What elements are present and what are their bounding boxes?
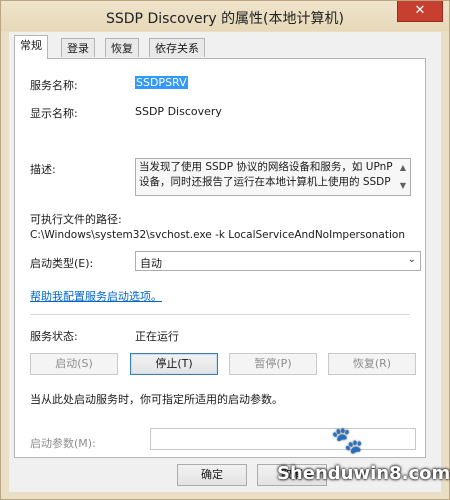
description-box[interactable]: 当发现了使用 SSDP 协议的网络设备和服务，如 UPnP 设备，同时还报告了运… [135,158,411,196]
startup-type-label: 启动类型(E): [30,257,94,270]
tab-logon-label: 登录 [67,42,89,55]
pause-button-label: 暂停(P) [254,357,292,370]
start-button[interactable]: 启动(S) [30,353,118,375]
startup-type-select[interactable]: 自动 ⌄ [135,251,421,271]
title-bar[interactable]: SSDP Discovery 的属性(本地计算机) ✕ [1,1,449,31]
tab-general[interactable]: 常规 [14,35,48,59]
help-link[interactable]: 帮助我配置服务启动选项。 [30,288,162,304]
status-value: 正在运行 [135,330,179,343]
description-text: 当发现了使用 SSDP 协议的网络设备和服务，如 UPnP 设备，同时还报告了运… [139,161,393,188]
service-name-value[interactable]: SSDPSRV [135,76,188,89]
description-label: 描述: [30,163,56,176]
display-name-value[interactable]: SSDP Discovery [135,105,222,118]
chevron-down-icon: ⌄ [407,254,416,265]
general-panel: 服务名称: SSDPSRV 显示名称: SSDP Discovery 描述: 当… [14,58,426,458]
tab-logon[interactable]: 登录 [61,38,95,57]
stop-button[interactable]: 停止(T) [130,353,218,375]
resume-button[interactable]: 恢复(R) [328,353,416,375]
close-button[interactable]: ✕ [397,1,443,22]
tab-recovery-label: 恢复 [111,42,133,55]
properties-dialog: SSDP Discovery 的属性(本地计算机) ✕ 常规 登录 恢复 依存关… [0,0,450,500]
divider [30,314,410,315]
tab-dependencies[interactable]: 依存关系 [149,38,205,57]
resume-button-label: 恢复(R) [352,357,392,370]
stop-button-label: 停止(T) [155,357,193,370]
pause-button[interactable]: 暂停(P) [229,353,317,375]
start-button-label: 启动(S) [55,357,93,370]
start-params-label: 启动参数(M): [30,437,96,450]
close-icon: ✕ [414,3,426,18]
watermark: Shenduwin8.com [271,455,450,493]
exe-path-label: 可执行文件的路径: [30,213,122,226]
tab-recovery[interactable]: 恢复 [105,38,139,57]
status-label: 服务状态: [30,330,78,343]
dialog-client: 常规 登录 恢复 依存关系 服务名称: SSDPSRV 显示名称: SSDP D… [9,32,441,492]
scroll-up-icon[interactable]: ▲ [396,159,410,177]
window-title: SSDP Discovery 的属性(本地计算机) [106,11,344,27]
ok-button[interactable]: 确定 [177,464,247,486]
tab-general-label: 常规 [20,39,42,52]
service-name-label: 服务名称: [30,79,78,92]
watermark-text: Shenduwin8.com [277,463,450,484]
hint-text: 当从此处启动服务时，你可指定所适用的启动参数。 [30,393,283,406]
tab-dependencies-label: 依存关系 [155,42,199,55]
display-name-label: 显示名称: [30,107,78,120]
exe-path-value[interactable]: C:\Windows\system32\svchost.exe -k Local… [30,229,405,241]
ok-button-label: 确定 [201,468,223,481]
scroll-down-icon[interactable]: ▼ [396,177,410,195]
startup-type-value: 自动 [140,257,162,270]
